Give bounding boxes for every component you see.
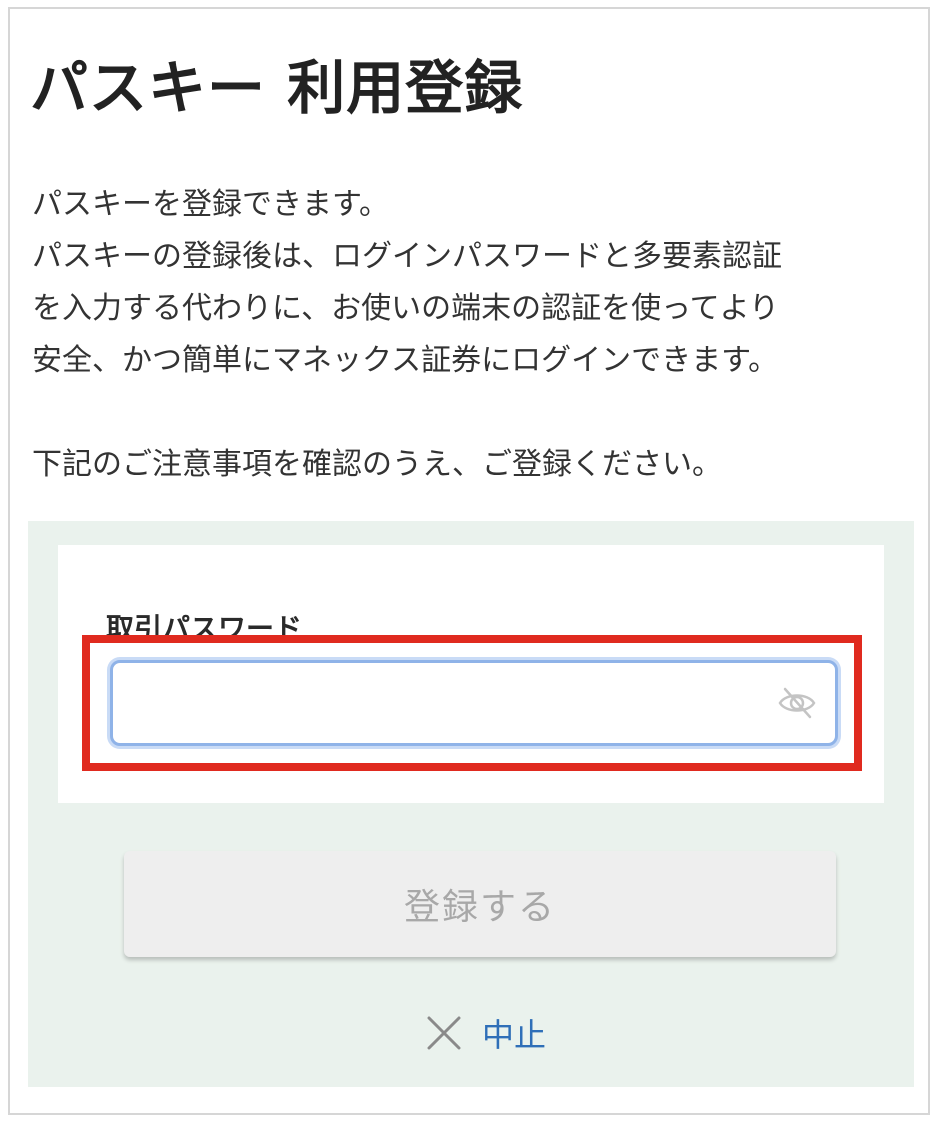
cancel-label: 中止 (482, 1016, 547, 1054)
intro-text: パスキーを登録できます。 パスキーの登録後は、ログインパスワードと多要素認証 を… (32, 179, 912, 491)
page-title: パスキー 利用登録 (30, 54, 524, 122)
password-field (110, 660, 838, 746)
highlight-annotation (82, 635, 862, 771)
close-icon (426, 1015, 462, 1051)
intro-line-2: パスキーの登録後は、ログインパスワードと多要素認証 (32, 239, 782, 274)
register-button[interactable]: 登録する (124, 851, 836, 957)
registration-panel: 取引パスワード 登録する 中止 (28, 521, 914, 1087)
page-frame: パスキー 利用登録 パスキーを登録できます。 パスキーの登録後は、ログインパスワ… (8, 7, 930, 1115)
cancel-link[interactable]: 中止 (426, 1011, 546, 1055)
password-card: 取引パスワード (58, 545, 884, 803)
notice-text: 下記のご注意事項を確認のうえ、ご登録ください。 (32, 447, 722, 482)
eye-off-icon[interactable] (777, 685, 817, 721)
intro-line-3: を入力する代わりに、お使いの端末の認証を使ってより (32, 291, 779, 326)
password-input[interactable] (113, 663, 753, 743)
intro-line-4: 安全、かつ簡単にマネックス証券にログインできます。 (32, 343, 779, 378)
intro-line-1: パスキーを登録できます。 (32, 187, 389, 222)
